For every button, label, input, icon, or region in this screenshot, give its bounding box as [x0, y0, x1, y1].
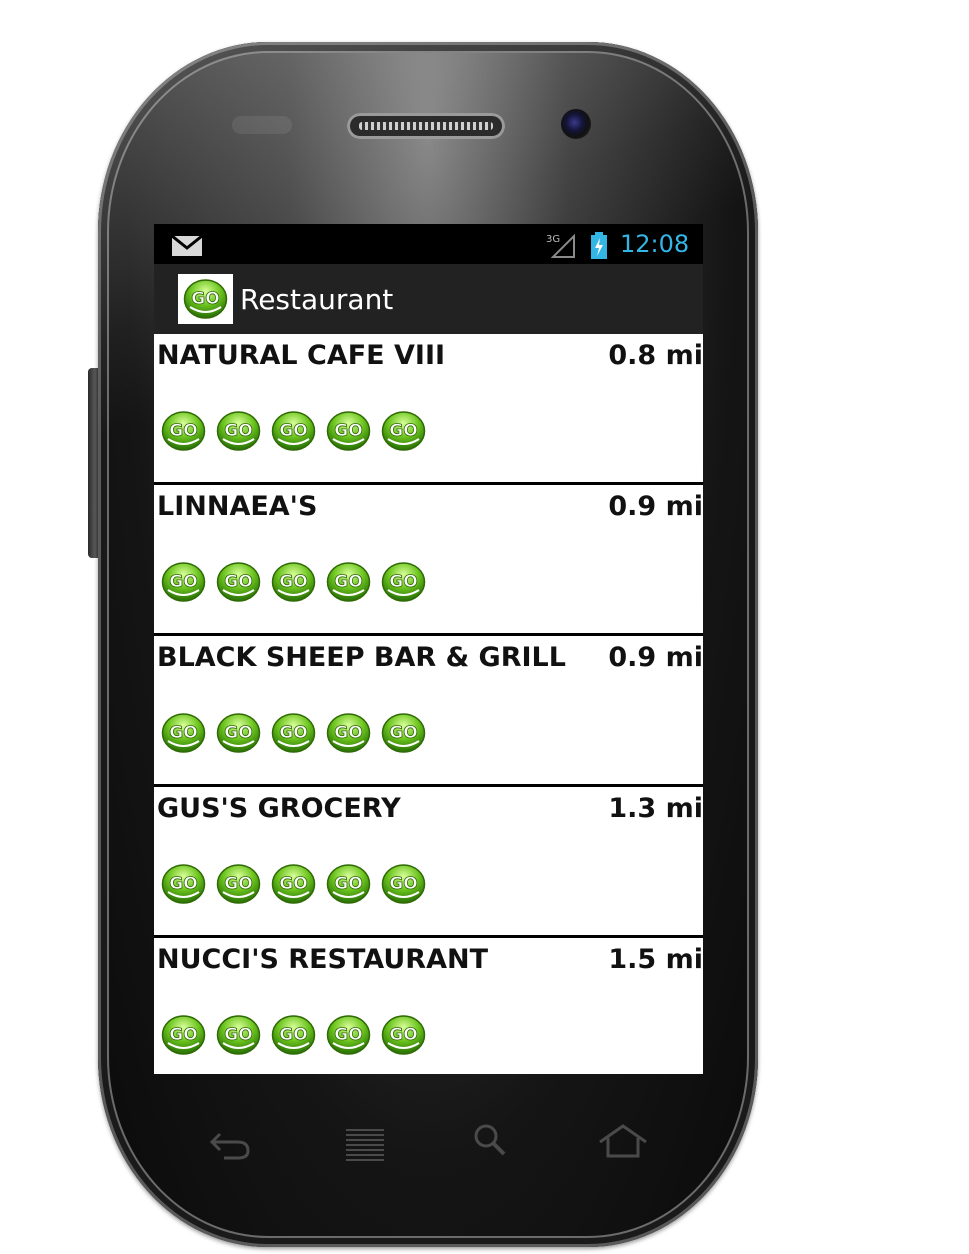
go-rating-icon: GO — [381, 562, 426, 602]
list-item[interactable]: BLACK SHEEP BAR & GRILL 0.9 mi GO GO GO GO G… — [154, 636, 703, 787]
signal-icon: 3G — [546, 233, 575, 258]
go-rating-text: GO — [224, 874, 252, 894]
device-screen: 3G 12:08 GO Restaurant NATURAL CAFE VIII… — [154, 224, 703, 1074]
go-rating-icon: GO — [271, 411, 316, 451]
restaurant-name: LINNAEA'S — [157, 491, 318, 522]
go-rating-icon: GO — [326, 713, 371, 753]
front-camera — [561, 109, 591, 139]
action-bar: GO Restaurant — [154, 264, 703, 334]
restaurant-distance: 1.3 mi — [608, 793, 703, 824]
go-rating-text: GO — [279, 723, 307, 743]
go-rating-text: GO — [389, 572, 417, 592]
go-rating-icon: GO — [381, 713, 426, 753]
restaurant-name: GUS'S GROCERY — [157, 793, 401, 824]
go-rating-text: GO — [169, 421, 197, 441]
go-rating-text: GO — [169, 572, 197, 592]
go-rating-text: GO — [334, 1025, 362, 1045]
go-rating-icon: GO — [381, 411, 426, 451]
rating: GO GO GO GO GO — [159, 862, 428, 906]
go-rating-icon: GO — [326, 411, 371, 451]
list-item[interactable]: NATURAL CAFE VIII 0.8 mi GO GO GO GO GO — [154, 334, 703, 485]
go-rating-text: GO — [389, 421, 417, 441]
list-item[interactable]: NUCCI'S RESTAURANT 1.5 mi GO GO GO GO GO — [154, 938, 703, 1074]
restaurant-name: NUCCI'S RESTAURANT — [157, 944, 489, 975]
go-rating-icon: GO — [161, 1015, 206, 1055]
mail-icon — [172, 236, 202, 256]
restaurant-list: NATURAL CAFE VIII 0.8 mi GO GO GO GO GO LINN… — [154, 334, 703, 1074]
go-rating-icon: GO — [161, 562, 206, 602]
go-logo-text: GO — [191, 289, 219, 309]
go-rating-text: GO — [279, 1025, 307, 1045]
back-icon[interactable] — [206, 1120, 256, 1166]
status-clock: 12:08 — [620, 230, 690, 258]
go-rating-icon: GO — [271, 1015, 316, 1055]
menu-icon[interactable] — [340, 1120, 390, 1166]
battery-icon — [591, 232, 607, 259]
go-rating-icon: GO — [161, 411, 206, 451]
rating: GO GO GO GO GO — [159, 560, 428, 604]
home-icon[interactable] — [598, 1120, 648, 1166]
go-rating-icon: GO — [216, 562, 261, 602]
go-rating-text: GO — [279, 572, 307, 592]
go-rating-icon: GO — [216, 411, 261, 451]
rating: GO GO GO GO GO — [159, 409, 428, 453]
go-rating-text: GO — [389, 723, 417, 743]
restaurant-distance: 1.5 mi — [608, 944, 703, 975]
rating: GO GO GO GO GO — [159, 1013, 428, 1057]
go-rating-text: GO — [334, 874, 362, 894]
go-rating-text: GO — [169, 1025, 197, 1045]
go-rating-text: GO — [224, 421, 252, 441]
go-rating-text: GO — [334, 723, 362, 743]
go-rating-text: GO — [389, 1025, 417, 1045]
go-logo-badge: GO — [183, 279, 228, 319]
go-rating-text: GO — [169, 874, 197, 894]
search-icon[interactable] — [466, 1120, 516, 1166]
go-rating-icon: GO — [161, 864, 206, 904]
go-logo-icon[interactable]: GO — [178, 274, 233, 324]
go-rating-text: GO — [224, 723, 252, 743]
list-item[interactable]: GUS'S GROCERY 1.3 mi GO GO GO GO GO — [154, 787, 703, 938]
go-rating-icon: GO — [216, 1015, 261, 1055]
go-rating-icon: GO — [326, 864, 371, 904]
go-rating-icon: GO — [161, 713, 206, 753]
go-rating-icon: GO — [326, 562, 371, 602]
go-rating-icon: GO — [326, 1015, 371, 1055]
restaurant-name: NATURAL CAFE VIII — [157, 340, 446, 371]
page-title: Restaurant — [240, 283, 394, 316]
hardware-nav-keys — [154, 1120, 703, 1170]
go-rating-text: GO — [279, 874, 307, 894]
list-item[interactable]: LINNAEA'S 0.9 mi GO GO GO GO GO — [154, 485, 703, 636]
go-rating-icon: GO — [381, 864, 426, 904]
go-rating-text: GO — [224, 1025, 252, 1045]
go-rating-icon: GO — [271, 713, 316, 753]
earpiece-speaker — [347, 113, 505, 139]
restaurant-distance: 0.8 mi — [608, 340, 703, 371]
restaurant-distance: 0.9 mi — [608, 642, 703, 673]
restaurant-name: BLACK SHEEP BAR & GRILL — [157, 642, 566, 673]
go-rating-icon: GO — [271, 864, 316, 904]
go-rating-text: GO — [224, 572, 252, 592]
go-rating-text: GO — [389, 874, 417, 894]
proximity-sensor — [232, 116, 292, 134]
go-rating-text: GO — [334, 421, 362, 441]
restaurant-distance: 0.9 mi — [608, 491, 703, 522]
go-rating-icon: GO — [381, 1015, 426, 1055]
go-rating-icon: GO — [216, 713, 261, 753]
go-rating-icon: GO — [271, 562, 316, 602]
go-rating-text: GO — [169, 723, 197, 743]
go-rating-text: GO — [334, 572, 362, 592]
rating: GO GO GO GO GO — [159, 711, 428, 755]
network-type-label: 3G — [546, 234, 560, 245]
go-rating-text: GO — [279, 421, 307, 441]
go-rating-icon: GO — [216, 864, 261, 904]
status-bar: 3G 12:08 — [154, 224, 703, 264]
